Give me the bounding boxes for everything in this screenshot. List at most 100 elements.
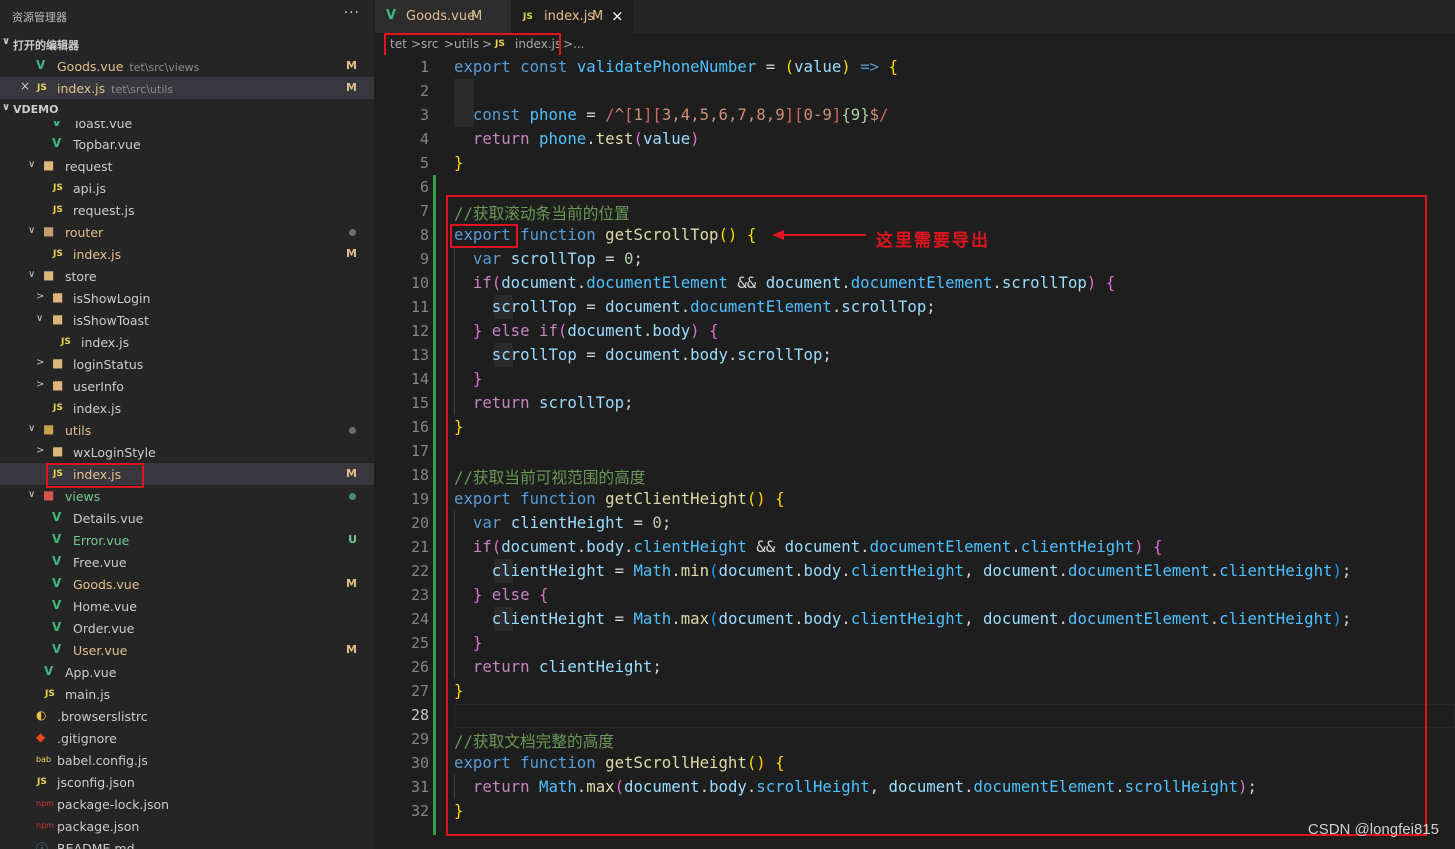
folder-open-icon: ■	[52, 312, 64, 326]
line-number: 12	[410, 322, 429, 340]
breadcrumb-separator: >	[563, 37, 574, 51]
chevron-right-icon: >	[36, 379, 45, 390]
line-number: 22	[410, 562, 429, 580]
tab-label: Goods.vue	[406, 9, 476, 24]
tree-folder-utils[interactable]: ∨ ■ utils	[0, 419, 374, 441]
line-number: 2	[419, 82, 429, 100]
line-number: 11	[410, 298, 429, 316]
tree-item-babel-config-js[interactable]: bab babel.config.js	[0, 749, 374, 771]
modified-badge: M	[346, 59, 357, 72]
tree-item-details-vue[interactable]: V Details.vue	[0, 507, 374, 529]
js-icon: JS	[523, 12, 533, 22]
watermark: CSDN @longfei815	[1307, 821, 1439, 838]
line-number: 10	[410, 274, 429, 292]
line-number: 20	[410, 514, 429, 532]
line-number: 5	[419, 154, 429, 172]
open-editor-goods-vue[interactable]: V Goods.vue tet\src\views M	[0, 55, 374, 77]
tree-item-goods-vue[interactable]: V Goods.vue M	[0, 573, 374, 595]
tree-item-browserslistrc[interactable]: ◐ .browserslistrc	[0, 705, 374, 727]
tree-item-gitignore[interactable]: ◆ .gitignore	[0, 727, 374, 749]
tree-folder-isshowlogin[interactable]: > ■ isShowLogin	[0, 287, 374, 309]
tree-item-request-js[interactable]: JS request.js	[0, 199, 374, 221]
tree-item-app-vue[interactable]: V App.vue	[0, 661, 374, 683]
open-editor-index-js[interactable]: × JS index.js tet\src\utils M	[0, 77, 374, 99]
line-number: 6	[419, 178, 429, 196]
line-number: 32	[410, 802, 429, 820]
project-section[interactable]: ∨ VDEMO	[0, 99, 374, 121]
babel-icon: bab	[36, 755, 52, 764]
git-gutter-added	[433, 175, 436, 835]
views-folder-icon: ■	[43, 488, 55, 502]
explorer-header: 资源管理器 ···	[0, 0, 374, 33]
line-number: 9	[419, 250, 429, 268]
utils-folder-icon: ■	[43, 422, 55, 436]
line-number: 25	[410, 634, 429, 652]
js-icon: JS	[53, 205, 63, 215]
line-number: 17	[410, 442, 429, 460]
tree-item-user-vue[interactable]: V User.vue M	[0, 639, 374, 661]
tree-item-readme-md[interactable]: ⓘ README.md	[0, 837, 374, 849]
tree-item-package-lock-json[interactable]: npm package-lock.json	[0, 793, 374, 815]
vue-icon: V	[52, 576, 62, 590]
tree-item-order-vue[interactable]: V Order.vue	[0, 617, 374, 639]
tree-folder-isshowtoast[interactable]: ∨ ■ isShowToast	[0, 309, 374, 331]
code-line-1: export const validatePhoneNumber = (valu…	[454, 57, 898, 76]
tree-item-isshowtoast-index-js[interactable]: JS index.js	[0, 331, 374, 353]
open-editor-name: Goods.vue	[57, 59, 124, 74]
git-icon: ◆	[36, 730, 46, 744]
vue-icon: V	[44, 664, 54, 678]
tree-folder-request[interactable]: ∨ ■ request	[0, 155, 374, 177]
line-number: 4	[419, 130, 429, 148]
highlight-box-tree-index-js	[46, 463, 144, 488]
tree-item-topbar-vue[interactable]: V Topbar.vue	[0, 133, 374, 155]
open-editors-section[interactable]: ∨ 打开的编辑器	[0, 33, 374, 55]
tree-item-main-js[interactable]: JS main.js	[0, 683, 374, 705]
vue-icon: V	[52, 642, 62, 656]
js-icon: JS	[61, 337, 71, 347]
chevron-right-icon: >	[36, 357, 45, 368]
npm-icon: npm	[36, 821, 54, 830]
tree-item-package-json[interactable]: npm package.json	[0, 815, 374, 837]
tree-item-store-index-js[interactable]: JS index.js	[0, 397, 374, 419]
tree-folder-wxloginstyle[interactable]: > ■ wxLoginStyle	[0, 441, 374, 463]
tab-index-js[interactable]: JS index.js M ×	[511, 0, 633, 33]
tree-item-home-vue[interactable]: V Home.vue	[0, 595, 374, 617]
tree-folder-router[interactable]: ∨ ■ router	[0, 221, 374, 243]
tree-folder-loginstatus[interactable]: > ■ loginStatus	[0, 353, 374, 375]
line-number: 29	[410, 730, 429, 748]
vue-icon: V	[52, 598, 62, 612]
modified-badge: M	[471, 9, 483, 24]
close-icon[interactable]: ×	[20, 79, 30, 93]
tree-folder-views[interactable]: ∨ ■ views	[0, 485, 374, 507]
tree-folder-store[interactable]: ∨ ■ store	[0, 265, 374, 287]
router-folder-icon: ■	[43, 224, 55, 238]
tree-item-router-index-js[interactable]: JS index.js M	[0, 243, 374, 265]
breadcrumb-item-symbols[interactable]: ...	[573, 37, 584, 51]
js-icon: JS	[53, 249, 63, 259]
line-number: 24	[410, 610, 429, 628]
tree-item-jsconfig-json[interactable]: JS jsconfig.json	[0, 771, 374, 793]
tab-goods-vue[interactable]: V Goods.vue M	[375, 0, 511, 33]
modified-dot	[349, 427, 356, 434]
modified-badge: M	[592, 9, 604, 24]
project-label: VDEMO	[13, 103, 59, 116]
modified-badge: M	[346, 577, 357, 590]
line-number: 26	[410, 658, 429, 676]
tree-item-api-js[interactable]: JS api.js	[0, 177, 374, 199]
open-editor-path: tet\src\utils	[111, 83, 174, 96]
tree-item-free-vue[interactable]: V Free.vue	[0, 551, 374, 573]
chevron-down-icon: ∨	[28, 225, 36, 236]
tree-item-error-vue[interactable]: V Error.vue U	[0, 529, 374, 551]
chevron-right-icon: >	[36, 291, 45, 302]
chevron-down-icon: ∨	[28, 159, 36, 170]
chevron-down-icon: ∨	[28, 489, 36, 500]
more-actions-icon[interactable]: ···	[344, 5, 360, 21]
modified-dot	[349, 229, 356, 236]
code-line-5: }	[454, 153, 464, 172]
close-icon[interactable]: ×	[611, 7, 624, 25]
line-number: 28	[410, 706, 429, 724]
js-icon: JS	[53, 183, 63, 193]
line-number: 15	[410, 394, 429, 412]
line-number: 19	[410, 490, 429, 508]
tree-folder-userinfo[interactable]: > ■ userInfo	[0, 375, 374, 397]
